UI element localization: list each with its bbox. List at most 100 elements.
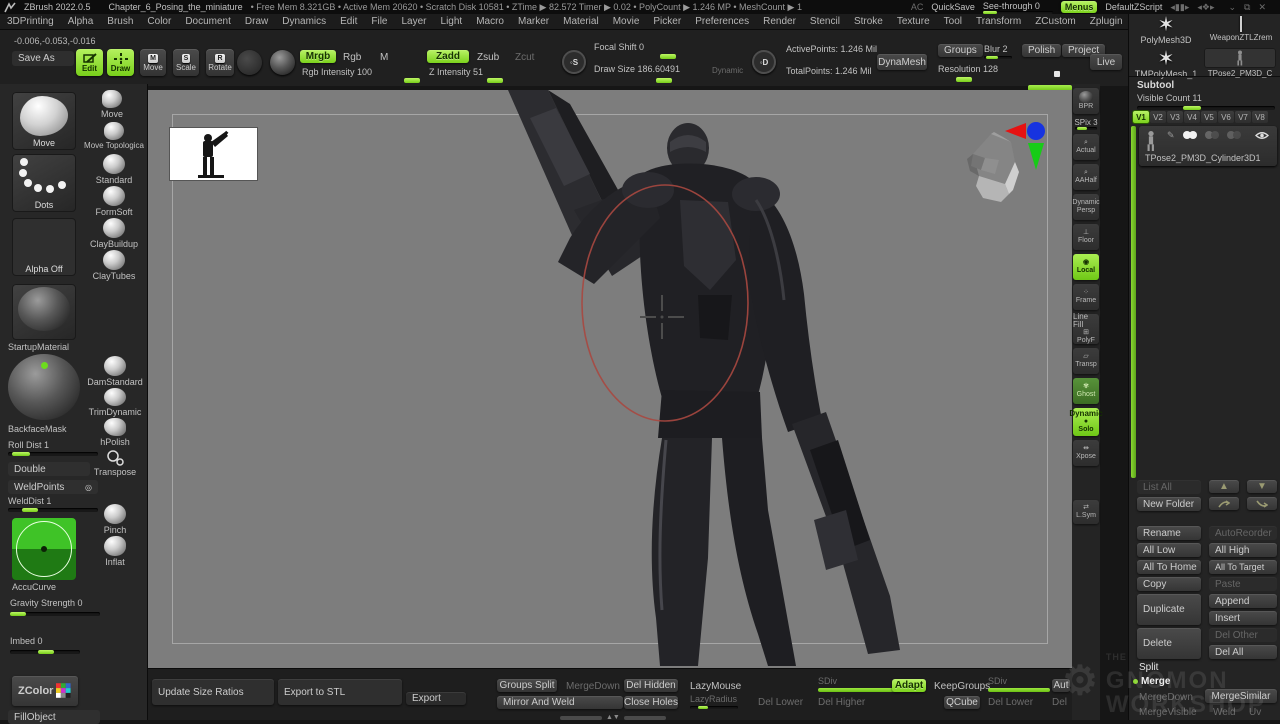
tab-v4[interactable]: V4	[1184, 111, 1200, 123]
list-all-button[interactable]: List All	[1137, 480, 1201, 494]
menu-alpha[interactable]: Alpha	[61, 16, 101, 27]
del-hidden-button[interactable]: Del Hidden	[624, 679, 678, 692]
sdiv-slider[interactable]: SDiv	[818, 676, 898, 692]
all-low-button[interactable]: All Low	[1137, 543, 1201, 557]
menu-zcustom[interactable]: ZCustom	[1028, 16, 1083, 27]
groups-split-button[interactable]: Groups Split	[497, 679, 557, 692]
brush-item-move-topological[interactable]: Move Topologica	[80, 122, 148, 150]
menu-material[interactable]: Material	[556, 16, 606, 27]
m-button[interactable]: M	[380, 52, 388, 63]
del-other-button[interactable]: Del Other	[1209, 628, 1277, 642]
menu-tool[interactable]: Tool	[937, 16, 969, 27]
menu-zplugin[interactable]: Zplugin	[1083, 16, 1130, 27]
mergedown-button[interactable]: MergeDown	[566, 681, 620, 692]
merge-similar-button[interactable]: MergeSimilar	[1205, 689, 1277, 703]
menus-toggle-button[interactable]: Menus	[1061, 1, 1098, 13]
alpha-thumbnail[interactable]: Alpha Off	[12, 218, 76, 276]
menu-draw[interactable]: Draw	[238, 16, 275, 27]
blur-slider[interactable]: Blur 2	[984, 44, 1012, 59]
lazyradius-slider[interactable]: LazyRadius	[690, 694, 738, 709]
menu-movie[interactable]: Movie	[606, 16, 647, 27]
right-tray-slide-icon[interactable]: ◂❖▸	[1197, 2, 1214, 13]
brush-item-damstandard[interactable]: DamStandard	[84, 356, 146, 387]
new-folder-button[interactable]: New Folder	[1137, 497, 1201, 511]
qcube-button[interactable]: QCube	[944, 696, 980, 709]
imbed-slider[interactable]: Imbed 0	[10, 636, 80, 654]
close-holes-button[interactable]: Close Holes	[624, 696, 678, 709]
menu-dynamics[interactable]: Dynamics	[275, 16, 333, 27]
zcolor-button[interactable]: ZColor	[12, 676, 78, 706]
menu-transform[interactable]: Transform	[969, 16, 1028, 27]
del-lower-button-2[interactable]: Del Lower	[988, 697, 1033, 708]
menu-file[interactable]: File	[364, 16, 394, 27]
material-preview-icon[interactable]	[270, 50, 295, 75]
auto-reorder-button[interactable]: AutoReorder	[1209, 526, 1277, 540]
move-to-folder-up-icon[interactable]	[1209, 497, 1239, 510]
aahalf-button[interactable]: ⌕AAHalf	[1073, 164, 1099, 190]
draw-mode-button[interactable]: Draw	[107, 49, 134, 76]
export-to-stl-button[interactable]: Export to STL	[278, 679, 402, 705]
delete-button[interactable]: Delete	[1137, 628, 1201, 659]
tool-item-tpose[interactable]: TPose2_PM3D_C	[1201, 48, 1279, 78]
mirror-and-weld-button[interactable]: Mirror And Weld	[497, 696, 623, 709]
uv-button[interactable]: Uv	[1249, 707, 1261, 718]
subtool-header[interactable]: Subtool	[1137, 80, 1174, 91]
groups-button[interactable]: Groups	[938, 44, 983, 57]
tab-v1[interactable]: V1	[1133, 111, 1149, 123]
restore-icon[interactable]: ⧉	[1244, 2, 1250, 13]
tab-v3[interactable]: V3	[1167, 111, 1183, 123]
menu-brush[interactable]: Brush	[100, 16, 140, 27]
sculpt-brush-icon[interactable]: ✎	[1167, 130, 1175, 141]
xpose-button[interactable]: ⇹Xpose	[1073, 440, 1099, 466]
live-button[interactable]: Live	[1090, 54, 1122, 70]
solo-button[interactable]: Dynamic●Solo	[1073, 408, 1099, 436]
subtool-list-item[interactable]: ✎ TPose2_PM3D_Cylinder3D1	[1139, 126, 1277, 166]
visibility-eye-icon[interactable]	[1255, 131, 1269, 140]
brush-item-claybuildup[interactable]: ClayBuildup	[84, 218, 144, 249]
accucurve-graph[interactable]	[12, 518, 76, 580]
stroke-preview-icon[interactable]	[237, 50, 262, 75]
menu-stroke[interactable]: Stroke	[847, 16, 890, 27]
axis-gizmo[interactable]	[1005, 118, 1051, 172]
duplicate-button[interactable]: Duplicate	[1137, 594, 1201, 625]
weld-button[interactable]: Weld	[1213, 707, 1236, 718]
active-brush-thumbnail[interactable]: Move	[12, 92, 76, 150]
default-zscript-button[interactable]: DefaultZScript	[1105, 2, 1162, 12]
frame-button[interactable]: ⁘Frame	[1073, 284, 1099, 310]
bpr-button[interactable]: BPR	[1073, 88, 1099, 114]
brush-item-pinch[interactable]: Pinch	[90, 504, 140, 535]
save-as-button[interactable]: Save As	[12, 51, 74, 66]
brush-item-formsoft[interactable]: FormSoft	[84, 186, 144, 217]
brush-item-trimdynamic[interactable]: TrimDynamic	[84, 388, 146, 417]
all-high-button[interactable]: All High	[1209, 543, 1277, 557]
tab-v2[interactable]: V2	[1150, 111, 1166, 123]
menu-macro[interactable]: Macro	[469, 16, 511, 27]
move-down-button[interactable]: ▼	[1247, 480, 1277, 493]
tool-item-tmpolymesh[interactable]: ✶ TMPolyMesh_1	[1133, 50, 1199, 79]
polish-button[interactable]: Polish	[1022, 44, 1061, 57]
merge-down-button[interactable]: MergeDown	[1139, 692, 1193, 703]
tab-v6[interactable]: V6	[1218, 111, 1234, 123]
lazymouse-button[interactable]: LazyMouse	[690, 681, 741, 692]
backface-mask-preview[interactable]	[8, 354, 82, 422]
uv-toggle-icon[interactable]	[1205, 131, 1219, 139]
export-button[interactable]: Export	[406, 692, 466, 705]
stroke-thumbnail-dots[interactable]: Dots	[12, 154, 76, 212]
double-button[interactable]: Double	[8, 462, 90, 476]
menu-edit[interactable]: Edit	[333, 16, 364, 27]
split-button[interactable]: Split	[1139, 662, 1158, 673]
del-button-truncated[interactable]: Del	[1052, 697, 1067, 708]
menu-document[interactable]: Document	[178, 16, 238, 27]
roll-dist-slider[interactable]: Roll Dist 1	[8, 440, 100, 456]
transp-button[interactable]: ▱Transp	[1073, 348, 1099, 374]
append-button[interactable]: Append	[1209, 594, 1277, 608]
close-icon[interactable]: ✕	[1258, 2, 1266, 13]
brush-item-inflat[interactable]: Inflat	[90, 536, 140, 567]
edit-mode-button[interactable]: Edit	[76, 49, 103, 76]
all-to-target-button[interactable]: All To Target	[1209, 560, 1277, 574]
move-up-button[interactable]: ▲	[1209, 480, 1239, 493]
ac-button[interactable]: AC	[911, 2, 924, 12]
del-higher-button[interactable]: Del Higher	[818, 697, 865, 708]
adapt-button[interactable]: Adapt	[892, 679, 926, 692]
canvas-viewport[interactable]	[148, 90, 1072, 668]
